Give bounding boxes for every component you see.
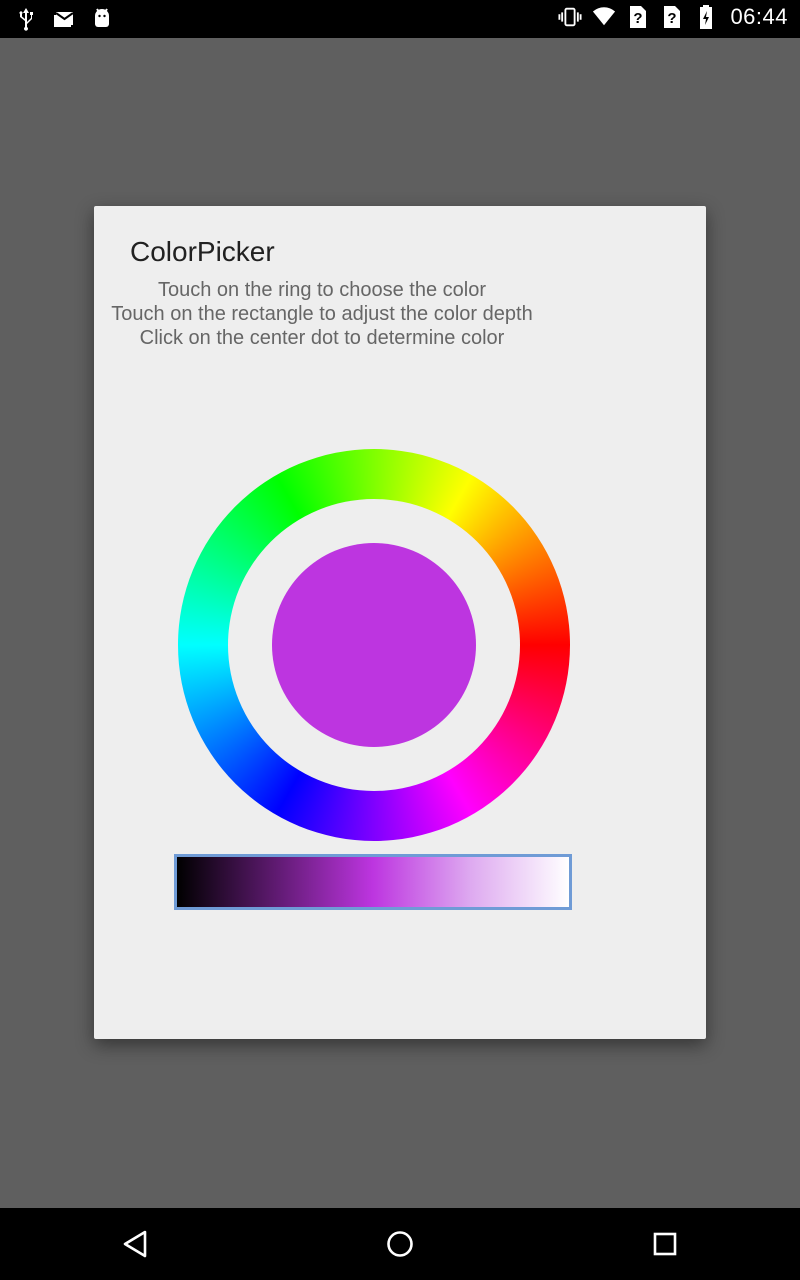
wifi-icon bbox=[592, 4, 616, 30]
battery-icon bbox=[694, 4, 718, 30]
instruction-ring: Touch on the ring to choose the color bbox=[158, 279, 486, 301]
dialog-title: ColorPicker bbox=[130, 236, 275, 267]
home-icon[interactable] bbox=[380, 1226, 420, 1262]
sim-unknown-icon: ? bbox=[626, 4, 650, 30]
usb-icon bbox=[14, 6, 38, 32]
email-icon bbox=[52, 6, 76, 32]
color-depth-bar[interactable] bbox=[174, 854, 572, 910]
status-time: 06:44 bbox=[730, 4, 788, 29]
vibrate-icon bbox=[558, 4, 582, 30]
svg-text:?: ? bbox=[668, 10, 677, 27]
instruction-rectangle: Touch on the rectangle to adjust the col… bbox=[111, 303, 533, 325]
status-bar: ? ? 06:44 bbox=[0, 0, 800, 38]
navigation-bar bbox=[0, 1208, 800, 1280]
color-wheel bbox=[178, 449, 570, 841]
instruction-center-dot: Click on the center dot to determine col… bbox=[139, 327, 505, 349]
svg-text:?: ? bbox=[634, 10, 643, 27]
color-picker-dialog: ColorPicker Touch on the ring to choose … bbox=[94, 206, 706, 1039]
sim-unknown-icon: ? bbox=[660, 4, 684, 30]
center-color-dot[interactable] bbox=[272, 543, 476, 747]
android-debug-icon bbox=[90, 6, 114, 32]
recents-icon[interactable] bbox=[645, 1226, 685, 1262]
instructions: Touch on the ring to choose the color To… bbox=[94, 278, 550, 350]
back-icon[interactable] bbox=[115, 1226, 155, 1262]
